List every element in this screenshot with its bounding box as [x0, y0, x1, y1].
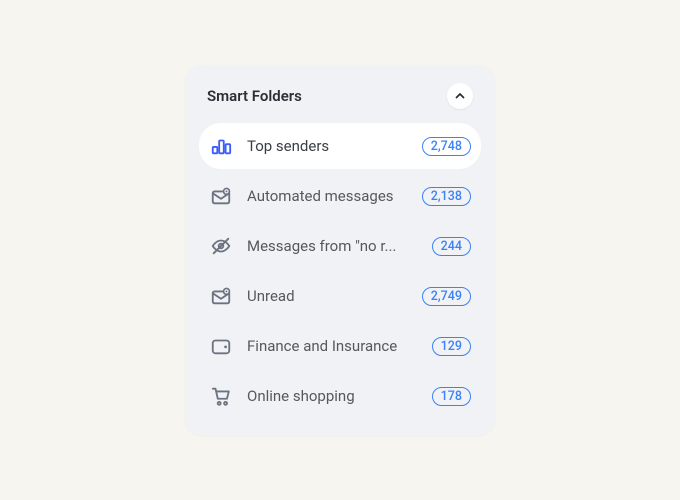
- folder-item-top-senders[interactable]: Top senders 2,748: [199, 123, 481, 169]
- count-badge: 2,138: [422, 187, 471, 206]
- folder-label: Messages from "no r...: [247, 237, 426, 255]
- folder-item-finance-insurance[interactable]: Finance and Insurance 129: [199, 323, 481, 369]
- folder-item-unread[interactable]: Unread 2,749: [199, 273, 481, 319]
- panel-title: Smart Folders: [207, 87, 302, 105]
- chevron-up-icon: [454, 90, 466, 102]
- count-badge: 2,748: [422, 137, 471, 156]
- count-badge: 129: [432, 337, 471, 356]
- panel-header: Smart Folders: [199, 83, 481, 123]
- folder-item-messages-from-noreply[interactable]: Messages from "no r... 244: [199, 223, 481, 269]
- count-badge: 2,749: [422, 287, 471, 306]
- count-badge: 178: [432, 387, 471, 406]
- folder-label: Automated messages: [247, 187, 416, 205]
- folder-list: Top senders 2,748 Automated messages 2,1…: [199, 123, 481, 419]
- count-badge: 244: [432, 237, 471, 256]
- mail-gear-icon: [209, 284, 233, 308]
- collapse-button[interactable]: [447, 83, 473, 109]
- folder-label: Unread: [247, 287, 416, 305]
- folder-label: Finance and Insurance: [247, 337, 426, 355]
- smart-folders-panel: Smart Folders Top senders 2,748: [185, 65, 495, 435]
- shopping-cart-icon: [209, 384, 233, 408]
- folder-item-automated-messages[interactable]: Automated messages 2,138: [199, 173, 481, 219]
- folder-item-online-shopping[interactable]: Online shopping 178: [199, 373, 481, 419]
- chart-bar-icon: [209, 134, 233, 158]
- mail-gear-icon: [209, 184, 233, 208]
- eye-off-icon: [209, 234, 233, 258]
- wallet-icon: [209, 334, 233, 358]
- folder-label: Top senders: [247, 137, 416, 155]
- folder-label: Online shopping: [247, 387, 426, 405]
